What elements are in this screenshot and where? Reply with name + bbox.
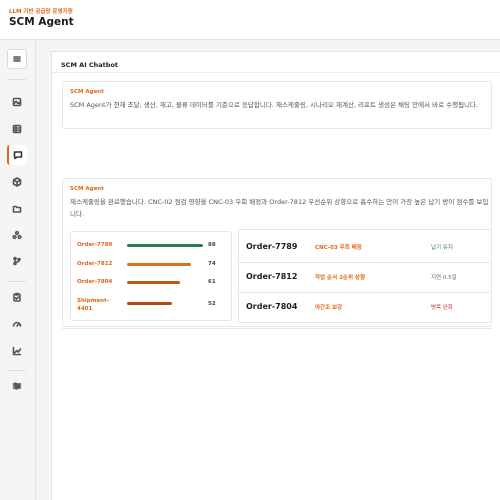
order-id: Order-7789 xyxy=(246,242,298,251)
chat-icon xyxy=(13,151,23,160)
sidebar-item-box[interactable] xyxy=(7,172,27,192)
score-value: 61 xyxy=(208,279,216,285)
action-label: 야간조 보강 xyxy=(315,305,343,311)
app-subtitle: LLM 기반 공급망 운영지원 xyxy=(9,9,73,15)
order-id: Order-7812 xyxy=(246,272,298,281)
chat-divider xyxy=(62,328,492,329)
table-row: Order-7789 CNC-03 우회 배정 납기 유지 xyxy=(239,232,491,260)
score-bar xyxy=(127,263,191,266)
sidebar-item-chat[interactable] xyxy=(7,145,27,165)
sidebar-item-settings[interactable] xyxy=(7,376,27,396)
table-row: Order-7804 야간조 보강 병목 완화 xyxy=(239,292,491,320)
sidebar-item-branch[interactable] xyxy=(7,251,27,271)
sidebar-item-image[interactable] xyxy=(7,92,27,112)
branch-icon xyxy=(13,256,21,266)
chat-title: SCM AI Chatbot xyxy=(61,61,119,69)
result-label: 납기 유지 xyxy=(431,245,453,251)
sidebar-item-gauge[interactable] xyxy=(7,314,27,334)
score-value: 52 xyxy=(208,301,216,307)
chat-message: SCM Agent SCM Agent가 현재 조달, 생산, 재고, 물류 데… xyxy=(62,81,492,129)
cube-icon xyxy=(12,177,22,187)
score-label: Order-7804 xyxy=(77,279,113,285)
chat-message: SCM Agent 재스케줄링을 완료했습니다. CNC-02 점검 영향을 C… xyxy=(62,178,492,327)
sliders-icon xyxy=(12,382,22,390)
score-label: Order-7812 xyxy=(77,261,113,267)
table-row: Order-7812 작업 순서 2순위 상향 지연 0.5일 xyxy=(239,262,491,290)
action-label: CNC-03 우회 배정 xyxy=(315,245,362,251)
sidebar xyxy=(0,40,36,500)
gauge-icon xyxy=(12,321,22,327)
score-bar xyxy=(127,281,180,284)
sidebar-divider xyxy=(8,79,26,80)
order-id: Order-7804 xyxy=(246,302,298,311)
score-value: 74 xyxy=(208,261,216,267)
sidebar-item-folder[interactable] xyxy=(7,199,27,219)
message-text: 재스케줄링을 완료했습니다. CNC-02 점검 영향을 CNC-03 우회 배… xyxy=(70,198,489,218)
sidebar-item-table[interactable] xyxy=(7,119,27,139)
result-label: 병목 완화 xyxy=(431,305,453,311)
chat-panel: SCM AI Chatbot SCM Agent SCM Agent가 현재 조… xyxy=(51,51,500,500)
score-label: Shipment-4401 xyxy=(77,298,109,312)
clipboard-icon xyxy=(13,292,21,302)
table-icon xyxy=(12,124,22,134)
folder-icon xyxy=(12,205,22,213)
score-label: Order-7789 xyxy=(77,242,113,248)
action-label: 작업 순서 2순위 상향 xyxy=(315,275,366,281)
sidebar-item-clipboard[interactable] xyxy=(7,287,27,307)
score-value: 88 xyxy=(208,242,216,248)
message-sender: SCM Agent xyxy=(70,186,104,192)
score-bar xyxy=(127,302,172,305)
message-text: SCM Agent가 현재 조달, 생산, 재고, 물류 데이터를 기준으로 응… xyxy=(70,101,479,109)
result-label: 지연 0.5일 xyxy=(431,275,457,281)
sidebar-divider xyxy=(8,370,26,371)
plan-table: Order-7789 CNC-03 우회 배정 납기 유지 Order-7812… xyxy=(238,229,492,323)
menu-toggle-button[interactable] xyxy=(7,49,27,69)
app-title: SCM Agent xyxy=(9,16,74,28)
message-sender: SCM Agent xyxy=(70,89,104,95)
image-icon xyxy=(12,97,22,107)
app-header: LLM 기반 공급망 운영지원 SCM Agent xyxy=(0,0,500,40)
sidebar-item-chart[interactable] xyxy=(7,341,27,361)
line-chart-icon xyxy=(12,346,22,356)
menu-icon xyxy=(13,56,21,62)
score-card: Order-7789 88 Order-7812 74 Order-7804 6… xyxy=(70,231,232,321)
score-bar xyxy=(127,244,203,247)
sidebar-divider xyxy=(8,281,26,282)
chat-title-divider xyxy=(52,72,500,73)
sidebar-item-network[interactable] xyxy=(7,225,27,245)
network-icon xyxy=(12,230,22,240)
